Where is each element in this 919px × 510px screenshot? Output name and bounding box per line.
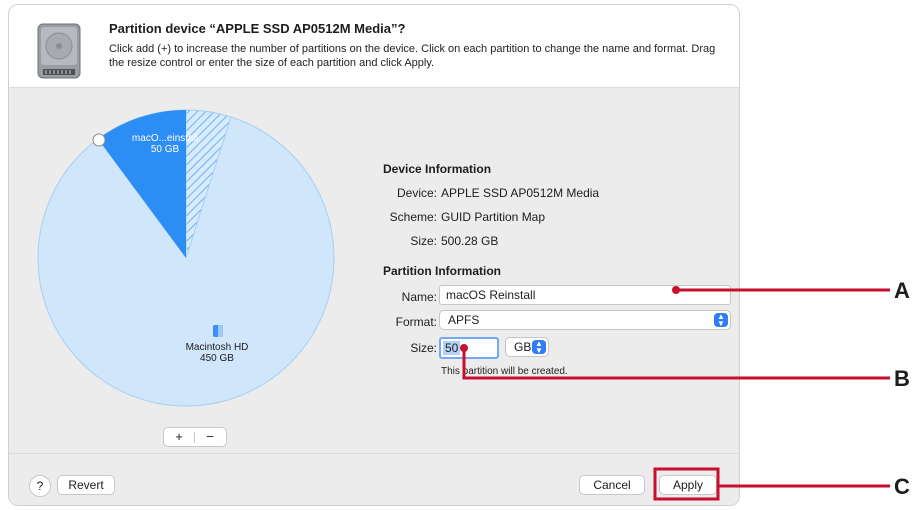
- callout-overlay: [460, 286, 890, 501]
- callout-box-c: [653, 467, 720, 501]
- callout-letter-b: B: [894, 366, 910, 391]
- callout-dot-a: [672, 286, 680, 294]
- callout-letter-c: C: [894, 474, 910, 499]
- callout-letter-a: A: [894, 278, 910, 303]
- callout-line-b: [462, 348, 890, 380]
- callout-dot-b: [460, 344, 468, 352]
